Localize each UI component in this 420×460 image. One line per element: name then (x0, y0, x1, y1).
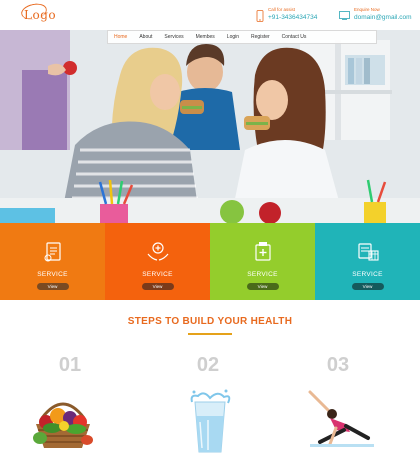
service-label: SERVICE (142, 271, 173, 278)
steps-title-underline (188, 333, 232, 335)
service-tile-2: SERVICE View (105, 223, 210, 300)
service-label: SERVICE (37, 271, 68, 278)
medicine-chart-icon (254, 242, 271, 261)
view-button[interactable]: View (246, 283, 279, 290)
step-number-1: 01 (58, 354, 82, 376)
main-nav: Home About Services Membes Login Registe… (107, 30, 377, 44)
services-tiles: SERVICE View SERVICE View SERVICE View S… (0, 223, 420, 300)
view-button[interactable]: View (36, 283, 69, 290)
nav-item-home[interactable]: Home (108, 31, 133, 43)
mail-icon (339, 11, 350, 20)
steps-title: STEPS TO BUILD YOUR HEALTH (127, 316, 293, 327)
service-tile-1: SERVICE View (0, 223, 105, 300)
nav-item-login[interactable]: Login (221, 31, 245, 43)
contact-phone: Call for assist +91-3436434734 (256, 6, 317, 22)
document-list-icon (44, 242, 61, 262)
service-tile-4: SERVICE View (315, 223, 420, 300)
calendar-report-icon (357, 243, 379, 261)
step-number-2: 02 (196, 354, 220, 376)
phone-label: Call for assist (268, 7, 296, 12)
nav-item-members[interactable]: Membes (190, 31, 221, 43)
service-tile-3: SERVICE View (210, 223, 315, 300)
phone-icon (256, 10, 264, 22)
service-label: SERVICE (352, 271, 383, 278)
step-number-3: 03 (326, 354, 350, 376)
water-glass-image (190, 389, 231, 453)
view-button[interactable]: View (141, 283, 174, 290)
email-address[interactable]: domain@gmail.com (354, 13, 412, 22)
vegetable-basket-image (33, 402, 93, 448)
nav-item-services[interactable]: Services (158, 31, 189, 43)
logo[interactable]: Logo (24, 8, 56, 22)
yoga-pose-image (308, 390, 374, 447)
service-label: SERVICE (247, 271, 278, 278)
email-label: Enquire Now (354, 7, 380, 12)
contact-email: Enquire Now domain@gmail.com (339, 6, 412, 22)
hands-care-icon (147, 242, 168, 261)
site-header: Logo Call for assist +91-3436434734 Enqu… (0, 0, 420, 30)
nav-item-contact[interactable]: Contact Us (276, 31, 313, 43)
nav-item-about[interactable]: About (133, 31, 158, 43)
hero-image (0, 30, 420, 223)
hero-illustration (0, 30, 420, 223)
nav-item-register[interactable]: Register (245, 31, 276, 43)
phone-number[interactable]: +91-3436434734 (268, 13, 317, 22)
view-button[interactable]: View (351, 283, 384, 290)
